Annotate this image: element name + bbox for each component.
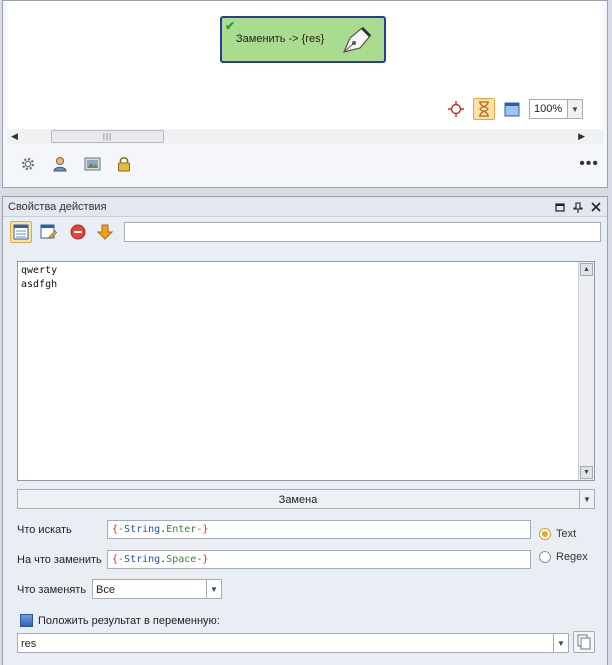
result-variable-value: res: [21, 638, 37, 650]
gear-icon[interactable]: [19, 155, 37, 173]
panel-title: Свойства действия: [8, 201, 107, 213]
zoom-value: 100%: [534, 103, 563, 115]
radio-regex[interactable]: Regex: [539, 551, 588, 563]
scroll-up-icon[interactable]: ▲: [580, 263, 593, 276]
what-replace-label: Что заменять: [17, 584, 87, 596]
move-crosshair-icon[interactable]: [445, 98, 467, 120]
properties-toolbar: [3, 218, 607, 246]
action-node-replace[interactable]: ✔ Заменить -> {res}: [220, 16, 386, 63]
image-icon[interactable]: [83, 155, 101, 173]
radio-button[interactable]: [539, 551, 551, 563]
canvas-toolbar: 100% ▼: [437, 96, 603, 124]
text-line: asdfgh: [21, 279, 58, 290]
radio-text[interactable]: Text: [539, 528, 576, 540]
radio-regex-label: Regex: [556, 551, 588, 563]
token-brace: -}: [196, 524, 209, 535]
scrollbar-thumb[interactable]: |||: [51, 130, 164, 143]
pen-nib-icon: [340, 24, 376, 59]
scroll-down-icon[interactable]: ▼: [580, 466, 593, 479]
token-brace: {-: [112, 554, 125, 565]
copy-icon[interactable]: [573, 631, 595, 653]
window-icon[interactable]: [501, 98, 523, 120]
pin-icon[interactable]: [571, 200, 585, 214]
chevron-down-icon[interactable]: ▼: [579, 490, 594, 508]
radio-text-label: Text: [556, 528, 577, 540]
chevron-down-icon[interactable]: ▼: [553, 634, 568, 652]
token-brace: {-: [112, 524, 125, 535]
canvas-status-bar: •••: [7, 147, 603, 183]
operation-value: Замена: [278, 494, 318, 506]
find-input[interactable]: {-String.Enter-}: [107, 520, 531, 539]
scroll-left-icon[interactable]: ◀: [11, 131, 18, 142]
vertical-scrollbar[interactable]: ▲ ▼: [578, 262, 594, 480]
close-icon[interactable]: [589, 200, 603, 214]
maximize-icon[interactable]: [553, 200, 567, 214]
scroll-right-icon[interactable]: ▶: [578, 131, 585, 142]
what-replace-value: Все: [96, 584, 115, 596]
properties-grid-icon[interactable]: [10, 221, 32, 243]
token-property: Space: [166, 554, 197, 565]
replace-input[interactable]: {-String.Space-}: [107, 550, 531, 569]
user-icon[interactable]: [51, 155, 69, 173]
chevron-down-icon[interactable]: ▼: [206, 580, 221, 598]
token-object: String: [124, 524, 161, 535]
result-variable-checkbox-row[interactable]: Положить результат в переменную:: [20, 614, 220, 627]
stop-icon[interactable]: [67, 221, 89, 243]
result-variable-select[interactable]: res ▼: [17, 633, 569, 653]
more-icon[interactable]: •••: [579, 155, 599, 173]
token-object: String: [124, 554, 161, 565]
hourglass-icon[interactable]: [473, 98, 495, 120]
check-icon: ✔: [225, 19, 236, 33]
chevron-down-icon[interactable]: ▼: [567, 100, 582, 118]
action-node-label: Заменить -> {res}: [236, 33, 325, 45]
input-text-area[interactable]: qwerty asdfgh ▲ ▼: [17, 261, 595, 481]
zoom-select[interactable]: 100% ▼: [529, 99, 583, 119]
arrow-down-icon[interactable]: [94, 221, 116, 243]
operation-select[interactable]: Замена ▼: [17, 489, 595, 509]
action-properties-panel: Свойства действия qwerty asdfgh ▲ ▼ Заме…: [2, 196, 608, 665]
token-property: Enter: [166, 524, 197, 535]
radio-button-selected[interactable]: [539, 528, 551, 540]
result-label: Положить результат в переменную:: [38, 614, 220, 627]
panel-header: Свойства действия: [3, 197, 607, 217]
toolbar-text-field[interactable]: [124, 222, 601, 242]
replace-label: На что заменить: [17, 554, 102, 566]
checkbox[interactable]: [20, 614, 33, 627]
project-canvas-panel: ✔ Заменить -> {res} 100% ▼ ◀ ||| ▶ •••: [2, 0, 608, 188]
horizontal-scrollbar[interactable]: ◀ ||| ▶: [7, 129, 603, 144]
find-label: Что искать: [17, 524, 72, 536]
what-replace-select[interactable]: Все ▼: [92, 579, 222, 599]
project-canvas[interactable]: ✔ Заменить -> {res} 100% ▼: [7, 1, 603, 129]
scroll-grip: |||: [102, 132, 113, 141]
token-brace: -}: [196, 554, 209, 565]
text-line: qwerty: [21, 265, 58, 276]
lock-icon[interactable]: [115, 155, 133, 173]
edit-window-icon[interactable]: [37, 221, 59, 243]
